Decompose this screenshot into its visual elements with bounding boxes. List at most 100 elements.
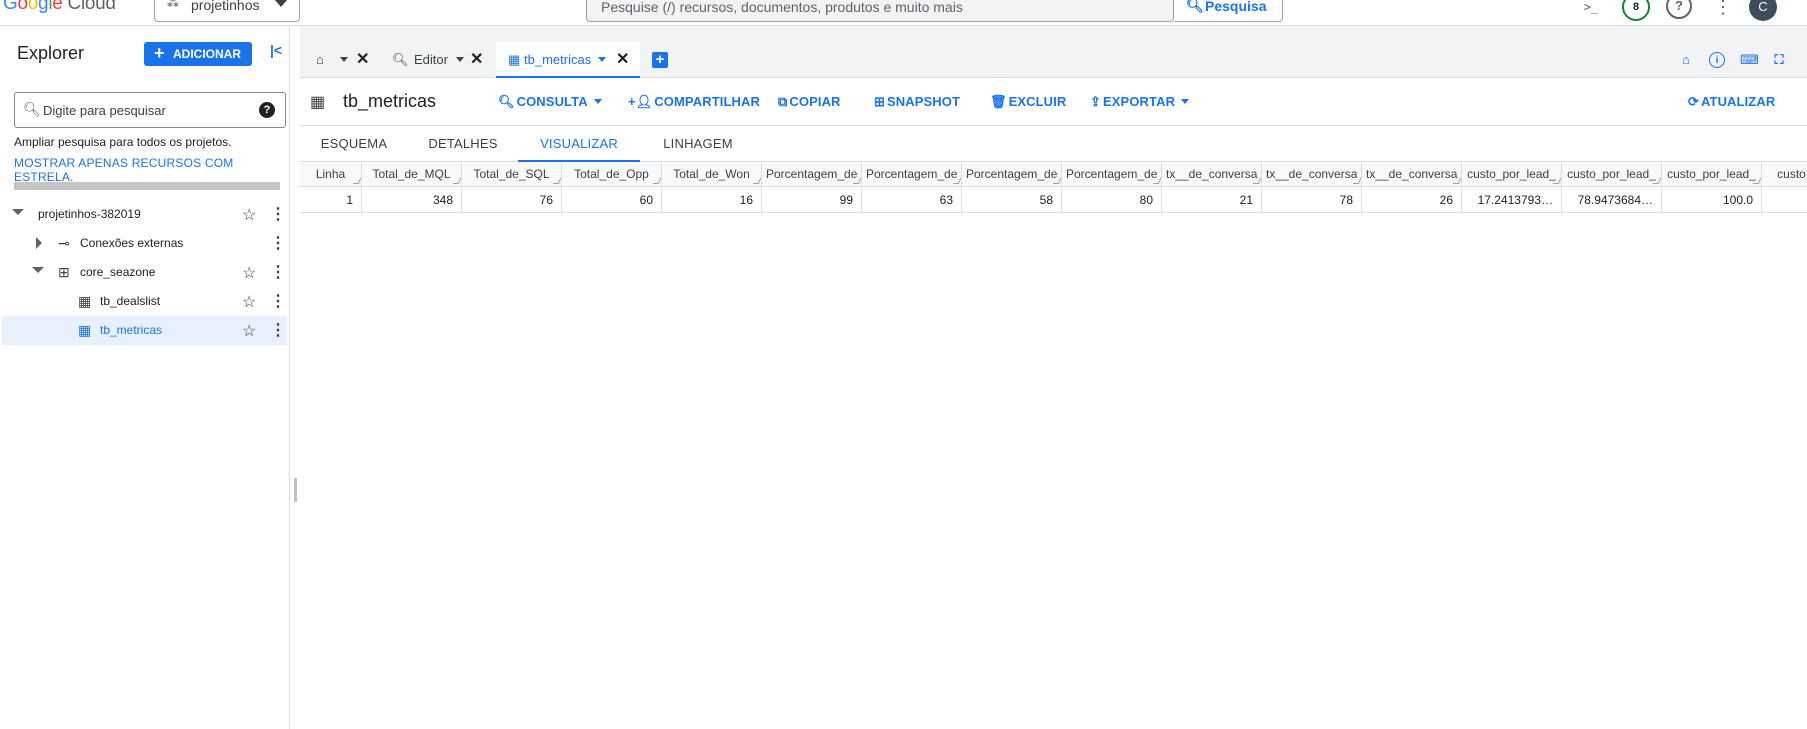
tab-table-metricas[interactable]: ▦ tb_metricas ✕ [496, 42, 640, 78]
column-resize-handle[interactable] [952, 178, 961, 184]
column-header[interactable]: Linha [300, 163, 362, 186]
chevron-down-icon[interactable] [32, 267, 44, 273]
column-resize-handle[interactable] [1152, 178, 1161, 184]
star-icon[interactable]: ☆ [242, 292, 256, 312]
table-cell[interactable] [1762, 188, 1807, 212]
more-vert-icon[interactable]: ⋮ [270, 320, 286, 340]
column-header[interactable]: Porcentagem_de [1062, 163, 1162, 186]
column-header[interactable]: Porcentagem_de [962, 163, 1062, 186]
column-header[interactable]: tx__de_conversa [1162, 163, 1262, 186]
column-header[interactable]: Total_de_SQL [462, 163, 562, 186]
help-icon[interactable]: ? [1666, 0, 1692, 19]
column-header[interactable]: Total_de_Won [662, 163, 762, 186]
horizontal-scrollbar[interactable] [14, 182, 280, 190]
terminal-icon[interactable]: >_ [1578, 0, 1604, 20]
column-resize-handle[interactable] [752, 178, 761, 184]
project-picker[interactable]: ⁂ projetinhos [154, 0, 300, 22]
column-header[interactable]: custo_por_lead_ [1562, 163, 1662, 186]
table-cell[interactable]: 78.9473684… [1562, 188, 1662, 212]
collapse-panel-icon[interactable]: |< [270, 42, 282, 58]
column-header[interactable]: tx__de_conversa [1262, 163, 1362, 186]
column-header[interactable]: Porcentagem_de [762, 163, 862, 186]
table-cell[interactable]: 99 [762, 188, 862, 212]
tab-editor[interactable]: 🔍︎ Editor ✕ [380, 42, 488, 78]
table-cell[interactable]: 348 [362, 188, 462, 212]
tree-item-external-connections[interactable]: ⊸ Conexões externas ⋮ [2, 229, 287, 258]
star-icon[interactable]: ☆ [242, 263, 256, 283]
column-header[interactable]: Total_de_Opp [562, 163, 662, 186]
tree-item-project[interactable]: projetinhos-382019 ☆ ⋮ [2, 200, 287, 229]
tab-home[interactable]: ⌂ ✕ [300, 42, 380, 78]
more-vert-icon[interactable]: ⋮ [1710, 0, 1736, 20]
column-resize-handle[interactable] [652, 178, 661, 184]
column-resize-handle[interactable] [552, 178, 561, 184]
chevron-down-icon[interactable] [456, 57, 464, 62]
fullscreen-icon[interactable]: ⛶ [1771, 52, 1787, 68]
keyboard-icon[interactable]: ⌨ [1740, 52, 1759, 68]
chevron-down-icon[interactable] [340, 57, 348, 62]
table-cell[interactable]: 26 [1362, 188, 1462, 212]
tab-schema[interactable]: ESQUEMA [300, 126, 408, 162]
table-cell[interactable]: 17.2413793… [1462, 188, 1562, 212]
tree-item-table-metricas[interactable]: ▦ tb_metricas ☆ ⋮ [2, 316, 287, 345]
chevron-down-icon[interactable] [598, 57, 606, 62]
chevron-right-icon[interactable] [36, 237, 42, 249]
column-header[interactable]: Porcentagem_de [862, 163, 962, 186]
home-icon[interactable]: ⌂ [1678, 52, 1694, 68]
broaden-search-text[interactable]: Ampliar pesquisa para todos os projetos. [14, 135, 231, 149]
tab-details[interactable]: DETALHES [408, 126, 518, 162]
table-cell[interactable]: 100.0 [1662, 188, 1762, 212]
column-resize-handle[interactable] [1652, 178, 1661, 184]
table-cell[interactable]: 60 [562, 188, 662, 212]
column-resize-handle[interactable] [852, 178, 861, 184]
global-search-input[interactable] [601, 0, 1151, 18]
close-icon[interactable]: ✕ [356, 49, 369, 69]
column-resize-handle[interactable] [352, 178, 361, 184]
table-cell[interactable]: 58 [962, 188, 1062, 212]
panel-resize-handle[interactable] [294, 478, 297, 502]
column-resize-handle[interactable] [452, 178, 461, 184]
query-button[interactable]: 🔍︎ CONSULTA [498, 94, 602, 110]
tab-lineage[interactable]: LINHAGEM [640, 126, 756, 162]
delete-button[interactable]: 🗑︎ EXCLUIR [990, 94, 1066, 110]
refresh-button[interactable]: ⟳ ATUALIZAR [1688, 94, 1775, 110]
explorer-search-input[interactable] [43, 101, 243, 119]
close-icon[interactable]: ✕ [470, 49, 483, 69]
snapshot-button[interactable]: ⊞ SNAPSHOT [874, 94, 960, 110]
row-number-cell[interactable]: 1 [300, 188, 362, 212]
column-resize-handle[interactable] [1452, 178, 1461, 184]
chevron-down-icon[interactable] [12, 209, 24, 215]
export-button[interactable]: ⇪ EXPORTAR [1090, 94, 1190, 110]
show-starred-link[interactable]: MOSTRAR APENAS RECURSOS COM ESTRELA. [14, 156, 289, 184]
table-cell[interactable]: 78 [1262, 188, 1362, 212]
more-vert-icon[interactable]: ⋮ [270, 204, 286, 224]
more-vert-icon[interactable]: ⋮ [270, 291, 286, 311]
column-resize-handle[interactable] [1552, 178, 1561, 184]
add-button[interactable]: + ADICIONAR [144, 42, 252, 66]
google-cloud-logo[interactable]: Google Cloud [3, 0, 116, 16]
table-cell[interactable]: 21 [1162, 188, 1262, 212]
notifications-badge[interactable]: 8 [1622, 0, 1650, 21]
close-icon[interactable]: ✕ [616, 49, 629, 69]
star-icon[interactable]: ☆ [242, 205, 256, 225]
table-cell[interactable]: 16 [662, 188, 762, 212]
star-icon[interactable]: ☆ [242, 321, 256, 341]
info-icon[interactable]: i [1709, 52, 1725, 68]
tree-item-table-dealslist[interactable]: ▦ tb_dealslist ☆ ⋮ [2, 287, 287, 316]
tree-item-dataset[interactable]: ⊞ core_seazone ☆ ⋮ [2, 258, 287, 287]
new-tab-plus-icon[interactable]: + [652, 52, 668, 68]
share-button[interactable]: +👤︎ COMPARTILHAR [628, 94, 760, 110]
column-header[interactable]: custo_por_lead_ [1662, 163, 1762, 186]
table-cell[interactable]: 63 [862, 188, 962, 212]
more-vert-icon[interactable]: ⋮ [270, 262, 286, 282]
search-button[interactable]: 🔍︎ Pesquisa [1174, 0, 1283, 22]
table-cell[interactable]: 80 [1062, 188, 1162, 212]
column-resize-handle[interactable] [1252, 178, 1261, 184]
column-header[interactable]: custo_por_lead_ [1462, 163, 1562, 186]
column-resize-handle[interactable] [1752, 178, 1761, 184]
column-header[interactable]: custo [1762, 163, 1807, 186]
table-cell[interactable]: 76 [462, 188, 562, 212]
column-header[interactable]: tx__de_conversa [1362, 163, 1462, 186]
more-vert-icon[interactable]: ⋮ [270, 233, 286, 253]
column-header[interactable]: Total_de_MQL [362, 163, 462, 186]
